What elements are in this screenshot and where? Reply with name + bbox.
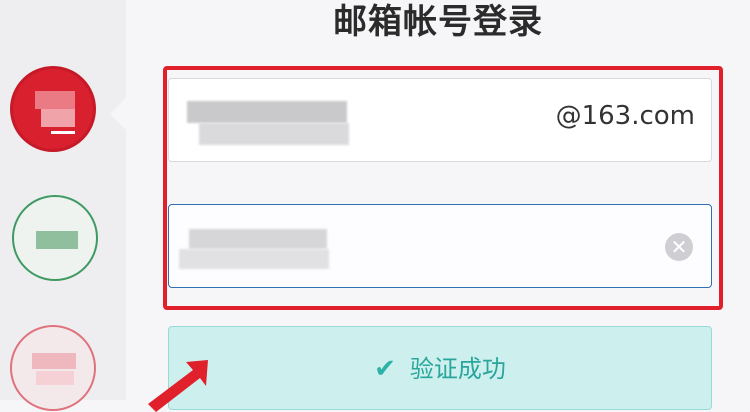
red-arrow-annotation-icon [148, 360, 208, 412]
pixelated-logo-part [41, 109, 75, 127]
check-icon: ✔ [374, 354, 396, 384]
provider-163-icon[interactable] [10, 66, 96, 152]
verify-button-label: 验证成功 [409, 355, 506, 383]
provider-pink-icon[interactable] [10, 325, 96, 411]
selected-indicator-notch [110, 96, 128, 132]
highlight-annotation-box [163, 66, 723, 310]
verify-success-button[interactable]: ✔ 验证成功 [168, 326, 712, 410]
pixelated-logo-part [36, 371, 74, 385]
pixelated-logo-part [32, 353, 76, 369]
provider-green-icon[interactable] [12, 195, 98, 281]
pixelated-logo-part [36, 231, 78, 249]
pixelated-logo-part [35, 91, 75, 109]
pixelated-logo-part [51, 131, 75, 134]
page-title: 邮箱帐号登录 [333, 2, 543, 42]
